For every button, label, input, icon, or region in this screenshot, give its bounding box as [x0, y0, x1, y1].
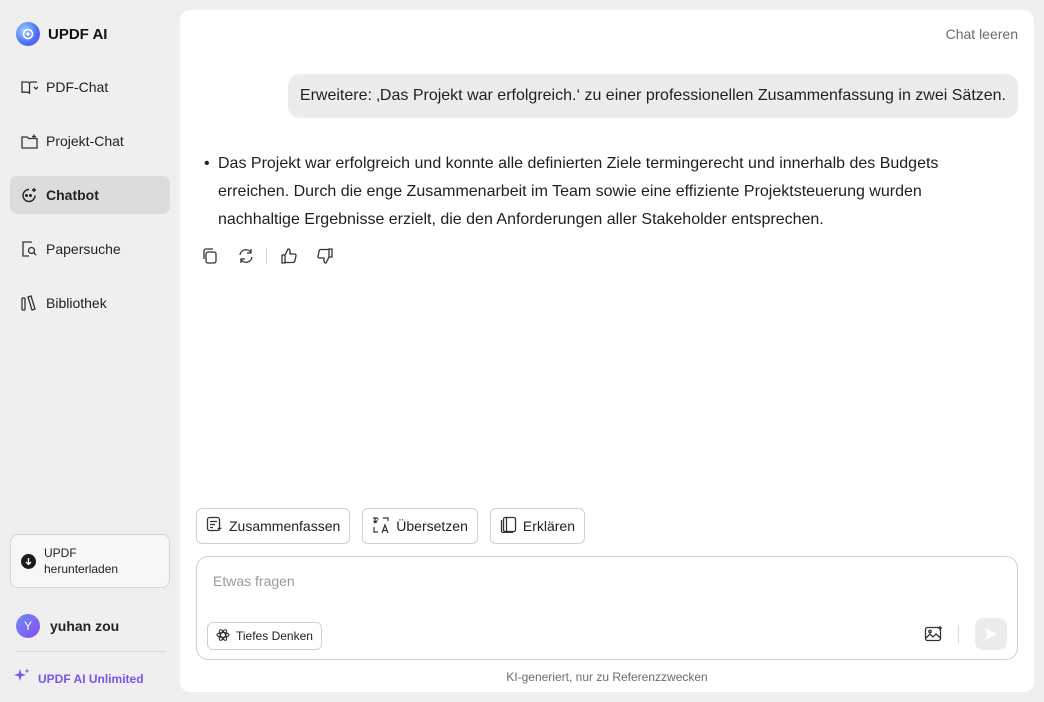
- sidebar-item-label: Chatbot: [46, 187, 99, 203]
- sidebar-item-label: Projekt-Chat: [46, 133, 124, 149]
- assistant-answer: • Das Projekt war erfolgreich und konnte…: [204, 150, 984, 234]
- thumbs-up-icon[interactable]: [279, 246, 299, 266]
- summarize-button[interactable]: Zusammenfassen: [196, 508, 351, 544]
- user-message-bubble: Erweitere: ‚Das Projekt war erfolgreich.…: [287, 74, 1018, 118]
- brand-name: UPDF AI: [48, 25, 108, 43]
- sidebar-item-projekt-chat[interactable]: Projekt-Chat: [10, 122, 170, 160]
- deep-think-toggle[interactable]: Tiefes Denken: [207, 622, 322, 650]
- sidebar-item-label: Bibliothek: [46, 295, 107, 311]
- sidebar-nav: PDF-Chat Projekt-Chat Chatbot Papersuche…: [10, 68, 170, 338]
- image-upload-icon[interactable]: [923, 623, 945, 645]
- actions-divider: [266, 248, 267, 264]
- avatar: Y: [16, 614, 40, 638]
- answer-bullet: •: [204, 155, 210, 172]
- user-profile[interactable]: Y yuhan zou: [16, 614, 119, 638]
- folder-plus-icon: [20, 132, 38, 150]
- sidebar-item-label: Papersuche: [46, 241, 121, 257]
- quick-actions: Zusammenfassen Übersetzen Erklären: [196, 508, 586, 544]
- chip-label: Zusammenfassen: [229, 518, 341, 534]
- answer-text: Das Projekt war erfolgreich und konnte a…: [218, 155, 939, 228]
- download-icon: [21, 553, 36, 569]
- sparkle-icon: [14, 668, 30, 689]
- regenerate-icon[interactable]: [236, 246, 256, 266]
- user-name: yuhan zou: [50, 618, 120, 634]
- send-icon: [985, 628, 997, 640]
- sidebar-item-bibliothek[interactable]: Bibliothek: [10, 284, 170, 322]
- clear-chat-button[interactable]: Chat leeren: [946, 26, 1018, 42]
- thumbs-down-icon[interactable]: [315, 246, 335, 266]
- atom-icon: [216, 628, 230, 645]
- brand[interactable]: UPDF AI: [16, 22, 107, 46]
- translate-button[interactable]: Übersetzen: [362, 508, 478, 544]
- composer-divider: [958, 625, 959, 643]
- copy-icon[interactable]: [200, 246, 220, 266]
- download-updf-button[interactable]: UPDF herunterladen: [10, 534, 170, 588]
- paper-search-icon: [20, 240, 38, 258]
- chip-label: Übersetzen: [396, 518, 468, 534]
- chip-label: Erklären: [522, 518, 576, 534]
- deep-think-label: Tiefes Denken: [236, 629, 313, 643]
- summarize-icon: [206, 516, 223, 536]
- sidebar-divider: [16, 651, 166, 652]
- explain-icon: [500, 516, 517, 536]
- send-button[interactable]: [975, 618, 1007, 650]
- upgrade-unlimited-link[interactable]: UPDF AI Unlimited: [14, 668, 144, 689]
- sidebar-item-pdf-chat[interactable]: PDF-Chat: [10, 68, 170, 106]
- sidebar-item-label: PDF-Chat: [46, 79, 109, 95]
- unlimited-label: UPDF AI Unlimited: [38, 671, 144, 686]
- library-icon: [20, 294, 38, 312]
- sidebar-item-chatbot[interactable]: Chatbot: [10, 176, 170, 214]
- message-composer: Tiefes Denken: [196, 556, 1018, 660]
- sidebar-item-papersuche[interactable]: Papersuche: [10, 230, 170, 268]
- ai-disclaimer: KI-generiert, nur zu Referenzzwecken: [506, 670, 708, 684]
- download-label: UPDF herunterladen: [44, 546, 119, 576]
- translate-icon: [372, 516, 390, 537]
- book-open-icon: [20, 78, 38, 96]
- sidebar: UPDF AI PDF-Chat Projekt-Chat Chatbot Pa…: [0, 0, 180, 702]
- explain-button[interactable]: Erklären: [489, 508, 586, 544]
- updf-logo-icon: [16, 22, 40, 46]
- chat-panel: Chat leeren Erweitere: ‚Das Projekt war …: [180, 10, 1034, 692]
- chat-input[interactable]: [213, 573, 813, 589]
- chatbot-icon: [20, 186, 38, 204]
- answer-actions: [200, 246, 351, 266]
